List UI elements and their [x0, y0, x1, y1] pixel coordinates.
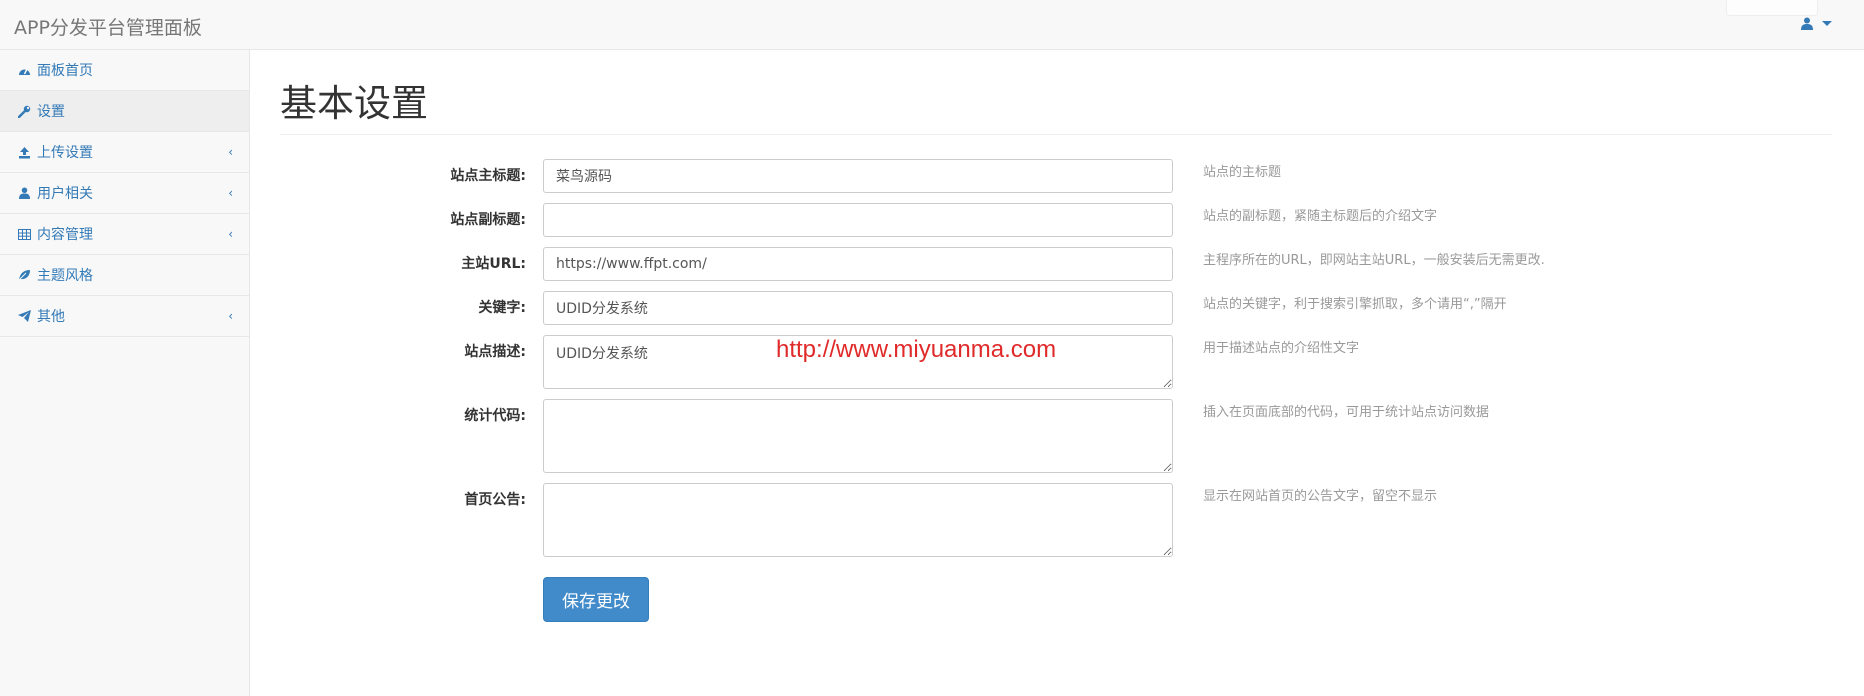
- sidebar-item-settings[interactable]: 设置: [0, 91, 249, 132]
- keywords-help: 站点的关键字，利于搜索引擎抓取，多个请用“,”隔开: [1203, 297, 1507, 312]
- sidebar-item-other[interactable]: 其他 ‹: [0, 296, 249, 337]
- sidebar-item-label: 设置: [37, 104, 65, 120]
- sidebar-item-label: 用户相关: [37, 186, 93, 202]
- site-title-help: 站点的主标题: [1203, 165, 1282, 180]
- leaf-icon: [17, 268, 31, 282]
- main-content: 基本设置 站点主标题: 站点的主标题 站点副标题: 站点的副标题，紧随主标题后的…: [251, 50, 1864, 696]
- user-icon: [1800, 17, 1813, 30]
- announcement-textarea[interactable]: [543, 483, 1173, 557]
- chevron-left-icon: ‹: [228, 186, 233, 200]
- site-url-input[interactable]: [543, 247, 1173, 281]
- sidebar-item-content[interactable]: 内容管理 ‹: [0, 214, 249, 255]
- top-navbar: APP分发平台管理面板: [0, 0, 1864, 50]
- tooltip-ghost: [1726, 0, 1818, 16]
- page-title: 基本设置: [280, 82, 428, 125]
- user-icon: [17, 186, 31, 200]
- wrench-icon: [17, 104, 31, 118]
- chevron-left-icon: ‹: [228, 227, 233, 241]
- sidebar-item-label: 面板首页: [37, 63, 93, 79]
- chevron-left-icon: ‹: [228, 309, 233, 323]
- sidebar-item-label: 内容管理: [37, 227, 93, 243]
- dashboard-icon: [17, 63, 31, 77]
- keywords-input[interactable]: [543, 291, 1173, 325]
- table-icon: [17, 227, 31, 241]
- site-url-help: 主程序所在的URL，即网站主站URL，一般安装后无需更改.: [1203, 253, 1545, 268]
- sidebar: 面板首页 设置 上传设置 ‹ 用户相关 ‹ 内容管理 ‹ 主题风格 其他 ‹: [0, 50, 250, 696]
- save-button[interactable]: 保存更改: [543, 577, 649, 622]
- site-url-label: 主站URL:: [461, 256, 526, 272]
- sidebar-item-label: 其他: [37, 309, 65, 325]
- sidebar-item-dashboard[interactable]: 面板首页: [0, 50, 249, 91]
- description-label: 站点描述:: [464, 344, 526, 360]
- site-subtitle-help: 站点的副标题，紧随主标题后的介绍文字: [1203, 209, 1438, 224]
- stats-code-textarea[interactable]: [543, 399, 1173, 473]
- sidebar-item-label: 上传设置: [37, 145, 93, 161]
- sidebar-item-users[interactable]: 用户相关 ‹: [0, 173, 249, 214]
- upload-icon: [17, 145, 31, 159]
- site-subtitle-input[interactable]: [543, 203, 1173, 237]
- brand-title[interactable]: APP分发平台管理面板: [14, 13, 202, 40]
- stats-code-label: 统计代码:: [464, 408, 526, 424]
- site-title-input[interactable]: [543, 159, 1173, 193]
- user-menu-dropdown[interactable]: [1800, 15, 1832, 31]
- page-header: 基本设置: [280, 80, 1832, 136]
- stats-code-help: 插入在页面底部的代码，可用于统计站点访问数据: [1203, 405, 1490, 420]
- site-subtitle-label: 站点副标题:: [450, 212, 526, 228]
- description-help: 用于描述站点的介绍性文字: [1203, 341, 1360, 356]
- announcement-help: 显示在网站首页的公告文字，留空不显示: [1203, 489, 1438, 504]
- paper-plane-icon: [17, 309, 31, 323]
- sidebar-item-label: 主题风格: [37, 268, 93, 284]
- announcement-label: 首页公告:: [464, 492, 526, 508]
- keywords-label: 关键字:: [478, 300, 526, 316]
- chevron-down-icon: [1822, 20, 1832, 26]
- chevron-left-icon: ‹: [228, 145, 233, 159]
- sidebar-item-upload-settings[interactable]: 上传设置 ‹: [0, 132, 249, 173]
- watermark-text: http://www.miyuanma.com: [776, 336, 1057, 363]
- site-title-label: 站点主标题:: [450, 168, 526, 184]
- sidebar-item-theme[interactable]: 主题风格: [0, 255, 249, 296]
